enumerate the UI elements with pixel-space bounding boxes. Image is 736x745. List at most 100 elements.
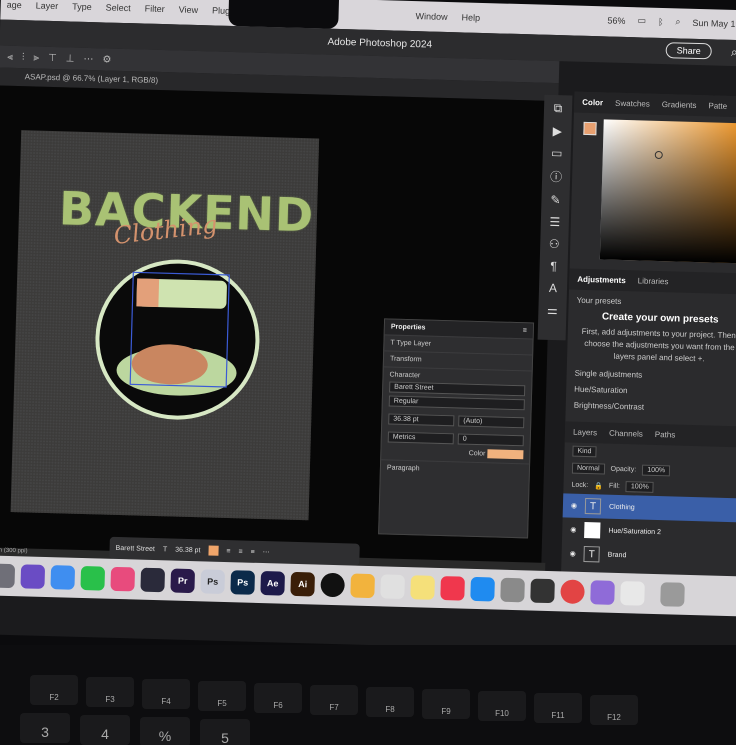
panel-menu-icon[interactable]: ≡ — [523, 327, 527, 334]
notes-icon[interactable] — [410, 575, 435, 600]
calculator-icon[interactable] — [530, 578, 555, 604]
font-style-select[interactable]: Regular — [388, 395, 525, 411]
align-center-icon[interactable]: ≡ — [238, 548, 242, 555]
fill-field[interactable]: 100% — [625, 481, 654, 493]
menu-view[interactable]: View — [179, 4, 199, 15]
layer-name[interactable]: Clothing — [609, 503, 635, 511]
davinci-icon[interactable] — [140, 567, 166, 593]
single-adjustments[interactable]: Single adjustments — [575, 369, 736, 383]
character-icon[interactable]: A — [549, 281, 557, 295]
align-right-icon[interactable]: ⫸ — [33, 52, 39, 63]
align-left-icon[interactable]: ≡ — [226, 548, 230, 555]
system-settings-icon[interactable] — [500, 577, 525, 603]
task-size[interactable]: 36.38 pt — [175, 546, 200, 554]
foreground-color-swatch[interactable] — [583, 121, 597, 136]
photoshop-express-icon[interactable]: Ps — [200, 569, 226, 594]
mail-icon[interactable] — [20, 564, 46, 589]
align-top-icon[interactable]: ⊤ — [48, 52, 57, 63]
battery-icon[interactable]: ▭ — [637, 15, 646, 26]
menu-select[interactable]: Select — [106, 2, 131, 13]
messages-icon[interactable] — [80, 565, 106, 591]
more-icon[interactable]: ⋯ — [263, 548, 270, 556]
menu-layer[interactable]: Layer — [36, 0, 59, 11]
visibility-eye-icon[interactable]: ◉ — [570, 526, 576, 534]
tab-layers[interactable]: Layers — [573, 428, 597, 438]
menu-item[interactable]: age — [7, 0, 22, 10]
photoshop-icon[interactable]: Ps — [230, 570, 256, 595]
menu-window[interactable]: Window — [415, 11, 447, 22]
layer-name[interactable]: Hue/Saturation 2 — [608, 527, 661, 535]
color-picker-field[interactable] — [599, 119, 736, 264]
settings-icon[interactable]: ⚙ — [102, 54, 111, 65]
photos-icon[interactable] — [350, 573, 375, 599]
trash-icon[interactable] — [660, 582, 685, 607]
color-picker-handle[interactable] — [654, 150, 663, 160]
align-right-icon[interactable]: ≡ — [251, 548, 255, 555]
history-icon[interactable]: ⧉ — [554, 101, 563, 116]
your-presets[interactable]: Your presets — [577, 296, 736, 310]
align-left-icon[interactable]: ⫷ — [7, 51, 13, 62]
tab-adjustments[interactable]: Adjustments — [577, 275, 626, 285]
tab-color[interactable]: Color — [582, 98, 603, 108]
tab-gradients[interactable]: Gradients — [662, 100, 697, 110]
after-effects-icon[interactable]: Ae — [260, 570, 286, 596]
leading-field[interactable]: (Auto) — [458, 415, 525, 429]
distribute-icon[interactable]: ⋯ — [83, 53, 93, 64]
share-button[interactable]: Share — [665, 42, 712, 60]
tab-channels[interactable]: Channels — [609, 429, 643, 439]
menu-type[interactable]: Type — [72, 2, 92, 13]
menu-help[interactable]: Help — [461, 12, 480, 23]
sliders-icon[interactable]: ☰ — [549, 215, 560, 229]
character-heading[interactable]: Character — [389, 372, 525, 383]
properties-icon[interactable]: ⚌ — [547, 303, 558, 317]
kind-filter[interactable]: Kind — [572, 445, 597, 458]
people-icon[interactable]: ⚇ — [549, 237, 560, 251]
premiere-icon[interactable]: Pr — [170, 568, 196, 594]
align-center-icon[interactable]: ⫶ — [22, 52, 25, 63]
visibility-eye-icon[interactable]: ◉ — [571, 502, 577, 510]
lock-icon[interactable]: 🔒 — [594, 482, 603, 490]
tracking-field[interactable]: 0 — [457, 433, 524, 447]
creative-cloud-icon[interactable] — [110, 566, 136, 592]
tab-swatches[interactable]: Swatches — [615, 99, 650, 109]
task-font[interactable]: Barett Street — [116, 544, 155, 552]
comment-icon[interactable]: ▭ — [551, 146, 563, 160]
color-swatch[interactable] — [208, 545, 219, 556]
layer-name[interactable]: Brand — [608, 551, 627, 559]
blend-mode-select[interactable]: Normal — [571, 462, 605, 475]
play-icon[interactable]: ▶ — [553, 124, 563, 138]
info-icon[interactable]: ⓘ — [550, 168, 562, 185]
menu-filter[interactable]: Filter — [145, 4, 165, 15]
search-icon[interactable]: ⌕ — [731, 45, 736, 60]
media-player-icon[interactable] — [560, 579, 585, 605]
tab-libraries[interactable]: Libraries — [638, 276, 669, 286]
opacity-field[interactable]: 100% — [642, 464, 671, 477]
onepassword-icon[interactable] — [320, 572, 345, 598]
finder-icon[interactable] — [0, 563, 16, 589]
visibility-eye-icon[interactable]: ◉ — [570, 550, 576, 558]
music-icon[interactable] — [440, 576, 465, 601]
adj-brightness-contrast[interactable]: Brightness/Contrast — [574, 401, 736, 415]
bluetooth-icon[interactable]: ᛒ — [658, 16, 664, 26]
tab-patterns[interactable]: Patte — [708, 101, 727, 111]
text-color-swatch[interactable] — [487, 449, 524, 460]
safari-icon[interactable] — [50, 565, 76, 590]
date-text[interactable]: Sun May 19 — [692, 17, 736, 28]
artboard[interactable]: BACKEND Clothing — [10, 130, 320, 521]
adj-hue-saturation[interactable]: Hue/Saturation — [574, 385, 736, 399]
paragraph-icon[interactable]: ¶ — [550, 259, 557, 273]
kerning-field[interactable]: Metrics — [387, 431, 454, 445]
siri-icon[interactable] — [590, 580, 615, 605]
font-size-field[interactable]: 36.38 pt — [388, 413, 455, 427]
preview-icon[interactable] — [620, 581, 645, 606]
font-family-select[interactable]: Barett Street — [389, 381, 526, 397]
paragraph-section[interactable]: Paragraph — [380, 459, 530, 480]
tab-paths[interactable]: Paths — [655, 430, 676, 440]
illustrator-icon[interactable]: Ai — [290, 571, 315, 597]
layer-row-brand[interactable]: ◉ T Brand — [561, 541, 736, 570]
app-store-icon[interactable] — [470, 576, 495, 602]
brush-icon[interactable]: ✎ — [550, 193, 560, 207]
search-icon[interactable]: ⌕ — [675, 16, 680, 27]
chrome-icon[interactable] — [380, 574, 405, 600]
align-middle-icon[interactable]: ⊥ — [66, 53, 75, 64]
